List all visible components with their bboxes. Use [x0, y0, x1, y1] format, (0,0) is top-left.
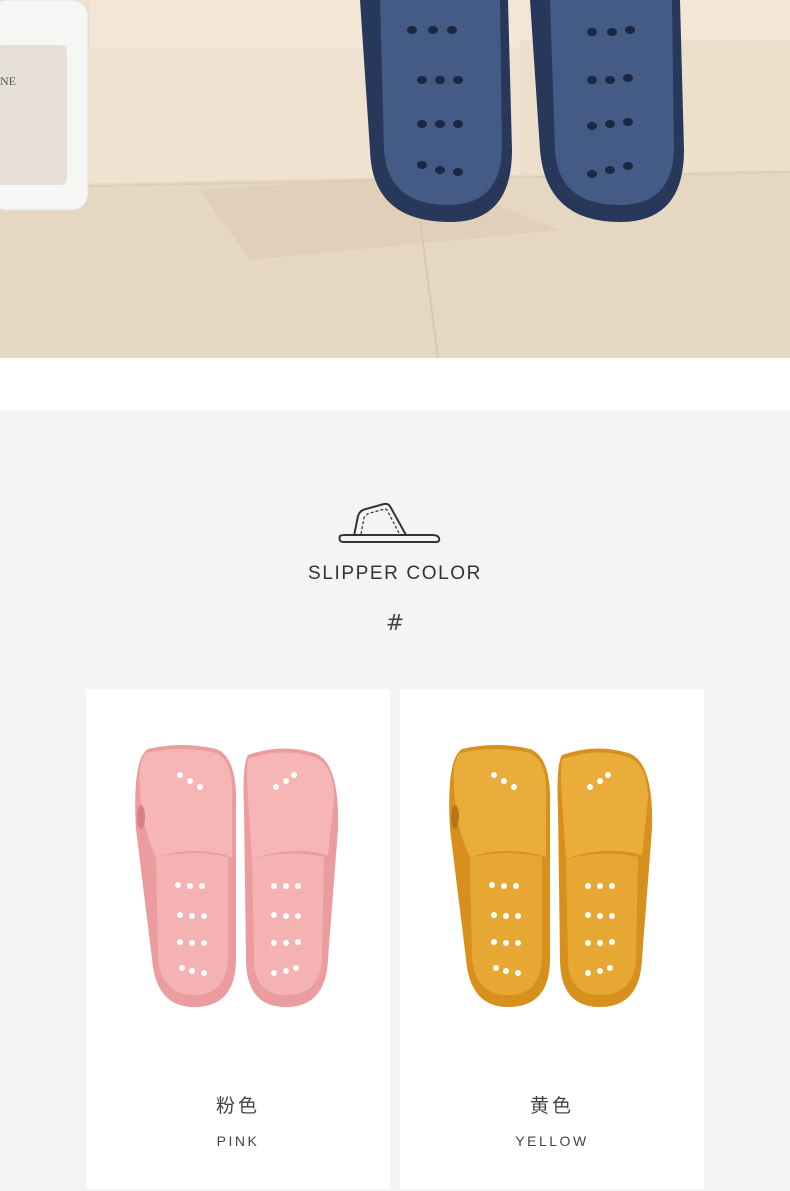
hero-photo: NE: [0, 0, 790, 358]
navy-slipper-left: [360, 0, 512, 222]
product-card-yellow[interactable]: 黄色 YELLOW: [400, 689, 704, 1189]
perfume-bottle: NE: [0, 0, 89, 211]
slipper-icon: [338, 502, 441, 543]
product-name-en: PINK: [216, 1133, 260, 1149]
product-card-pink[interactable]: 粉色 PINK: [86, 689, 390, 1189]
svg-text:NE: NE: [0, 74, 16, 88]
separator-band: [0, 358, 790, 410]
pink-slipper-right: [243, 748, 339, 1007]
product-name-cn: 粉色: [215, 1095, 260, 1117]
yellow-slippers-image: [449, 745, 653, 1007]
hero-scene: NE: [0, 0, 790, 358]
pink-slippers-image: [135, 745, 339, 1007]
product-name-en: YELLOW: [515, 1133, 589, 1149]
navy-slipper-right: [530, 0, 684, 222]
yellow-slipper-right: [557, 748, 653, 1007]
yellow-slipper-left: [449, 745, 551, 1007]
pink-slipper-left: [135, 745, 237, 1007]
hash-symbol: #: [385, 611, 405, 636]
section-title: SLIPPER COLOR: [308, 563, 482, 584]
product-name-cn: 黄色: [529, 1095, 574, 1117]
